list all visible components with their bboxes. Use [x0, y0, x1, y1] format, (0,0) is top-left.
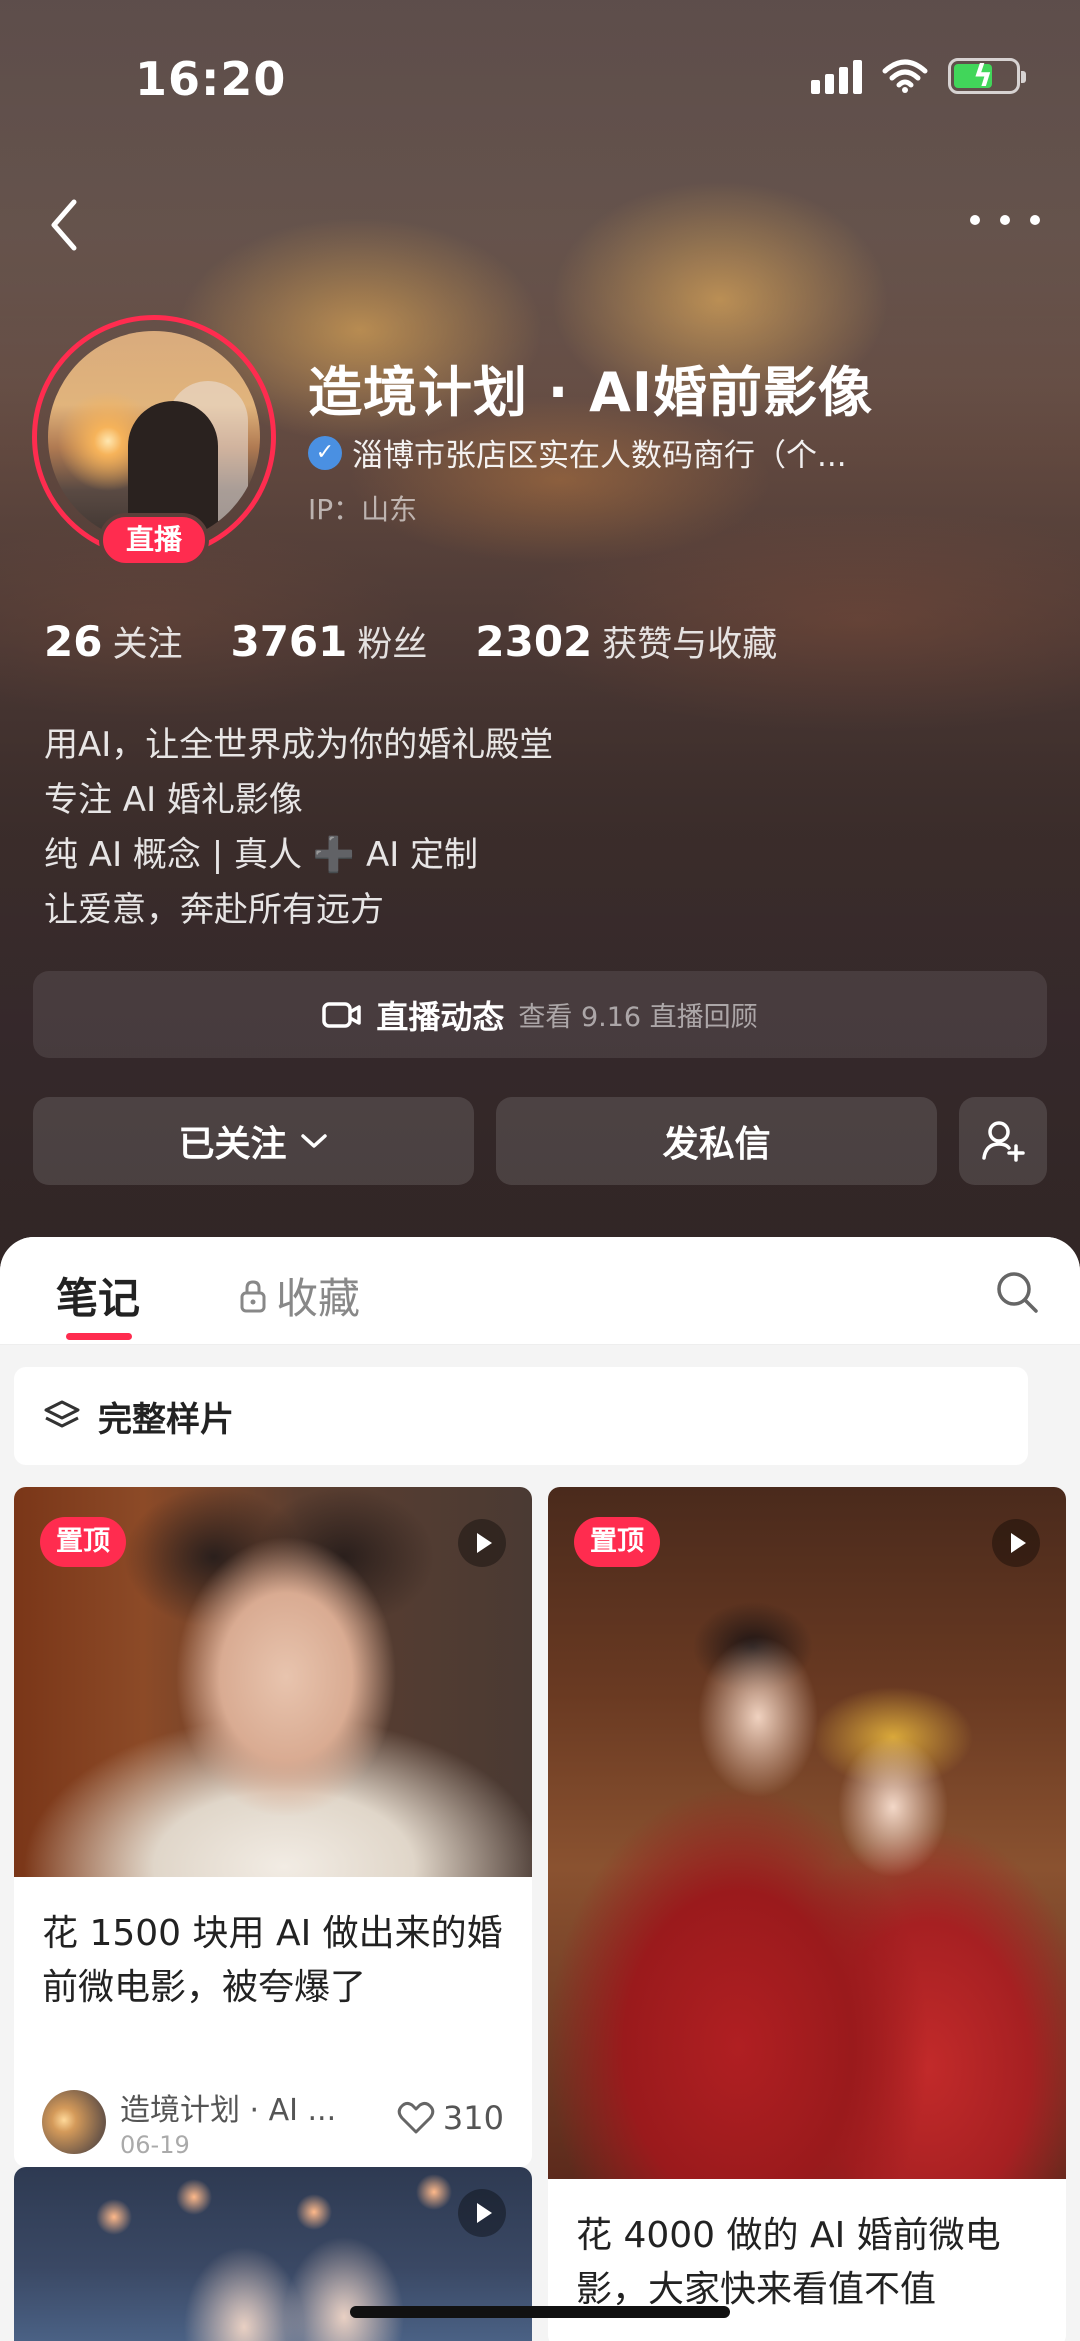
tab-favorites[interactable]: 收藏: [238, 1265, 360, 1326]
chevron-down-icon: [300, 1134, 327, 1148]
stat-following[interactable]: 26 关注: [44, 616, 182, 667]
like-count: 310: [442, 2099, 504, 2137]
video-camera-icon: [322, 1001, 362, 1028]
play-icon: [992, 1519, 1040, 1567]
verification-row[interactable]: ✓ 淄博市张店区实在人数码商行（个...: [308, 430, 922, 475]
plus-emoji: ➕: [312, 835, 356, 875]
message-label: 发私信: [662, 1124, 771, 1165]
wifi-icon: [882, 59, 928, 93]
heart-icon: [397, 2101, 435, 2134]
following-label: 已关注: [178, 1124, 287, 1165]
live-badge[interactable]: 直播: [99, 513, 209, 567]
ip-location: IP：山东: [308, 493, 418, 526]
profile-stats: 26 关注 3761 粉丝 2302 获赞与收藏: [44, 616, 777, 667]
like-button[interactable]: 310: [397, 2099, 504, 2137]
following-button[interactable]: 已关注: [33, 1097, 475, 1185]
pinned-badge: 置顶: [40, 1517, 126, 1567]
profile-name: 造境计划 · AI婚前影像: [308, 361, 873, 424]
message-button[interactable]: 发私信: [496, 1097, 938, 1185]
note-card[interactable]: 置顶 花 4000 做的 AI 婚前微电 影，大家快来看值不值: [548, 1487, 1066, 2341]
layers-icon: [44, 1400, 80, 1428]
lock-icon: [240, 1279, 266, 1312]
add-friend-button[interactable]: [959, 1097, 1047, 1185]
verification-text: 淄博市张店区实在人数码商行（个...: [352, 438, 847, 474]
back-icon[interactable]: [40, 190, 90, 260]
search-icon[interactable]: [994, 1269, 1040, 1315]
tab-favorites-label: 收藏: [276, 1274, 361, 1323]
home-indicator[interactable]: [350, 2306, 730, 2318]
stat-label: 粉丝: [357, 625, 428, 665]
note-title-line: 花 4000 做的 AI 婚前微电: [576, 2215, 1001, 2256]
author-avatar: [42, 2090, 106, 2154]
bio-line: 用AI，让全世界成为你的婚礼殿堂: [44, 725, 554, 765]
tab-notes[interactable]: 笔记: [56, 1265, 140, 1326]
add-user-icon: [982, 1121, 1025, 1162]
status-icons: ϟ: [811, 58, 1026, 94]
stat-number: 2302: [475, 617, 593, 666]
author-name: 造境计划 · AI ...: [120, 2093, 337, 2128]
collection-full-samples[interactable]: 完整样片: [14, 1367, 1028, 1465]
bio-line: 纯 AI 概念 | 真人 ➕ AI 定制: [44, 828, 553, 883]
collection-label: 完整样片: [98, 1399, 234, 1440]
play-icon: [458, 2189, 506, 2237]
avatar-image: [48, 331, 260, 543]
battery-icon: ϟ: [948, 58, 1026, 94]
bio-text: AI 定制: [365, 835, 479, 875]
note-title: 花 1500 块用 AI 做出来的婚 前微电影，被夸爆了: [42, 1907, 512, 2015]
status-time: 16:20: [135, 52, 287, 106]
pinned-badge: 置顶: [574, 1517, 660, 1567]
play-icon: [458, 1519, 506, 1567]
profile-actions: 已关注 发私信: [33, 1097, 1047, 1185]
signal-icon: [811, 58, 862, 94]
bio-text: 纯 AI 概念 | 真人: [44, 835, 302, 875]
more-icon[interactable]: [970, 200, 1040, 240]
note-date: 06-19: [120, 2131, 190, 2159]
live-replay-panel[interactable]: 直播动态 查看 9.16 直播回顾: [33, 971, 1047, 1058]
note-title: 花 4000 做的 AI 婚前微电 影，大家快来看值不值: [576, 2209, 1046, 2317]
note-title-line: 花 1500 块用 AI 做出来的婚: [42, 1913, 503, 1954]
active-tab-indicator: [66, 1333, 132, 1340]
stat-label: 关注: [112, 625, 183, 665]
stat-likes[interactable]: 2302 获赞与收藏: [475, 616, 777, 667]
note-author[interactable]: 造境计划 · AI ... 06-19: [42, 2085, 350, 2159]
content-sheet: 笔记 收藏 完整样片 置顶 花 1500 块用 AI 做出来的婚 前微电影，被夸…: [0, 1237, 1080, 2341]
live-panel-title: 直播动态: [376, 997, 505, 1036]
stat-label: 获赞与收藏: [602, 625, 778, 665]
tab-bar: 笔记 收藏: [0, 1237, 1080, 1345]
stat-number: 26: [44, 617, 103, 666]
verified-icon: ✓: [308, 435, 342, 470]
stat-followers[interactable]: 3761 粉丝: [230, 616, 427, 667]
bio-line: 专注 AI 婚礼影像: [44, 780, 303, 820]
note-card[interactable]: 置顶 花 1500 块用 AI 做出来的婚 前微电影，被夸爆了 造境计划 · A…: [14, 1487, 532, 2167]
profile-bio: 用AI，让全世界成为你的婚礼殿堂 专注 AI 婚礼影像 纯 AI 概念 | 真人…: [44, 718, 553, 938]
note-cover-image: [548, 1487, 1066, 2179]
note-title-line: 前微电影，被夸爆了: [42, 1967, 367, 2008]
bio-line: 让爱意，奔赴所有远方: [44, 890, 384, 930]
live-panel-subtitle: 查看 9.16 直播回顾: [518, 1002, 758, 1033]
stat-number: 3761: [230, 617, 348, 666]
